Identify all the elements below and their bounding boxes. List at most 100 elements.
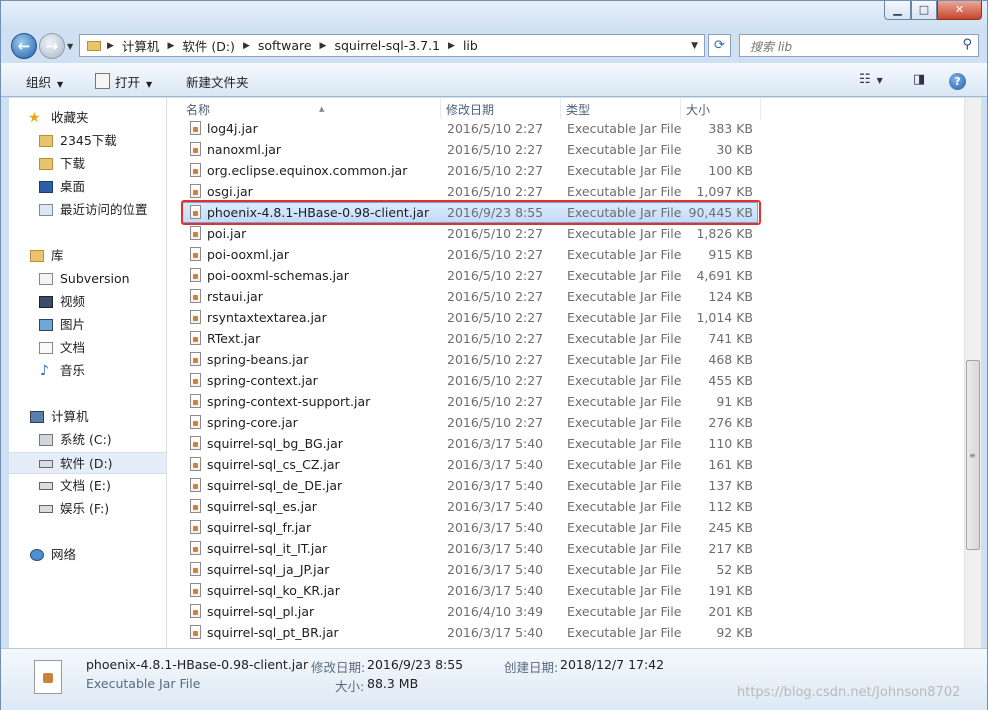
chevron-right-icon[interactable]: ▶ xyxy=(243,41,250,51)
forward-button[interactable]: → xyxy=(39,33,65,59)
table-row[interactable]: squirrel-sql_pl.jar 2016/4/10 3:49 Executa… xyxy=(167,601,964,622)
watermark: https://blog.csdn.net/Johnson8702 xyxy=(737,685,961,700)
breadcrumb-computer[interactable]: 计算机 xyxy=(122,36,160,55)
nav-item-documents[interactable]: 文档 xyxy=(9,337,166,359)
file-date: 2016/3/17 5:40 xyxy=(447,562,544,577)
close-button[interactable]: ✕ xyxy=(937,1,982,20)
chevron-right-icon[interactable]: ▶ xyxy=(167,41,174,51)
video-icon xyxy=(39,296,53,308)
table-row[interactable]: squirrel-sql_pt_BR.jar 2016/3/17 5:40 Exec… xyxy=(167,622,964,643)
nav-item-desktop[interactable]: 桌面 xyxy=(9,176,166,198)
breadcrumb-drive-d[interactable]: 软件 (D:) xyxy=(182,36,235,55)
breadcrumb-software[interactable]: software xyxy=(258,38,312,53)
table-row[interactable]: poi.jar 2016/5/10 2:27 Executable Jar File… xyxy=(167,223,964,244)
table-row[interactable]: poi-ooxml.jar 2016/5/10 2:27 Executable Ja… xyxy=(167,244,964,265)
table-row[interactable]: log4j.jar 2016/5/10 2:27 Executable Jar Fi… xyxy=(167,118,964,139)
file-type: Executable Jar File xyxy=(567,499,682,514)
nav-item-subversion[interactable]: Subversion xyxy=(9,268,166,290)
maximize-button[interactable]: □ xyxy=(911,1,937,20)
table-row[interactable]: RText.jar 2016/5/10 2:27 Executable Jar Fi… xyxy=(167,328,964,349)
nav-item-2345-downloads[interactable]: 2345下载 xyxy=(9,130,166,152)
drive-icon xyxy=(39,505,53,513)
column-header-size[interactable]: 大小 xyxy=(681,98,761,119)
minimize-button[interactable]: ▁ xyxy=(884,1,911,20)
table-row[interactable]: squirrel-sql_bg_BG.jar 2016/3/17 5:40 Exec… xyxy=(167,433,964,454)
nav-item-drive-e[interactable]: 文档 (E:) xyxy=(9,475,166,497)
jar-file-icon xyxy=(190,394,201,408)
view-options-button[interactable]: ☷ ▼ xyxy=(859,72,883,87)
file-type: Executable Jar File xyxy=(567,478,682,493)
preview-pane-button[interactable]: ◨ xyxy=(913,72,925,87)
table-row[interactable]: squirrel-sql_de_DE.jar 2016/3/17 5:40 Exec… xyxy=(167,475,964,496)
table-row[interactable]: squirrel-sql_it_IT.jar 2016/3/17 5:40 Exec… xyxy=(167,538,964,559)
new-folder-button[interactable]: 新建文件夹 xyxy=(186,72,249,91)
breadcrumb-lib[interactable]: lib xyxy=(463,38,478,53)
navigation-bar: ← → ▼ ▶ 计算机 ▶ 软件 (D:) ▶ software ▶ squir… xyxy=(1,29,987,63)
chevron-right-icon[interactable]: ▶ xyxy=(448,41,455,51)
recent-pages-dropdown-icon[interactable]: ▼ xyxy=(67,42,73,51)
nav-item-downloads[interactable]: 下载 xyxy=(9,153,166,175)
table-row[interactable]: rstaui.jar 2016/5/10 2:27 Executable Jar F… xyxy=(167,286,964,307)
file-type: Executable Jar File xyxy=(567,121,682,136)
breadcrumb-squirrel[interactable]: squirrel-sql-3.7.1 xyxy=(334,38,440,53)
nav-network[interactable]: 网络 xyxy=(9,544,166,566)
search-icon[interactable]: ⚲ xyxy=(962,37,972,52)
nav-item-drive-f[interactable]: 娱乐 (F:) xyxy=(9,498,166,520)
downloads-folder-icon xyxy=(39,158,53,170)
table-row[interactable]: osgi.jar 2016/5/10 2:27 Executable Jar Fil… xyxy=(167,181,964,202)
explorer-window: ▁ □ ✕ ← → ▼ ▶ 计算机 ▶ 软件 (D:) ▶ software ▶… xyxy=(0,0,988,710)
table-row[interactable]: org.eclipse.equinox.common.jar 2016/5/10 … xyxy=(167,160,964,181)
column-header-name[interactable]: 名称 ▲ xyxy=(181,98,441,119)
jar-file-icon xyxy=(190,205,201,219)
open-button[interactable]: 打开 ▼ xyxy=(95,72,152,91)
table-row[interactable]: squirrel-sql_ko_KR.jar 2016/3/17 5:40 Exec… xyxy=(167,580,964,601)
jar-file-icon xyxy=(190,352,201,366)
table-row[interactable]: rsyntaxtextarea.jar 2016/5/10 2:27 Executa… xyxy=(167,307,964,328)
title-bar[interactable]: ▁ □ ✕ xyxy=(1,1,987,29)
file-name: spring-beans.jar xyxy=(207,352,309,367)
address-dropdown-icon[interactable]: ▼ xyxy=(691,41,698,51)
column-header-type[interactable]: 类型 xyxy=(561,98,681,119)
nav-item-pictures[interactable]: 图片 xyxy=(9,314,166,336)
table-row-selected[interactable]: phoenix-4.8.1-HBase-0.98-client.jar 2016/… xyxy=(167,200,964,225)
nav-item-drive-c[interactable]: 系统 (C:) xyxy=(9,429,166,451)
table-row[interactable]: squirrel-sql_es.jar 2016/3/17 5:40 Executa… xyxy=(167,496,964,517)
file-name: poi.jar xyxy=(207,226,247,241)
nav-item-videos[interactable]: 视频 xyxy=(9,291,166,313)
nav-favorites[interactable]: ★ 收藏夹 xyxy=(9,107,166,129)
vertical-scrollbar[interactable]: ≡ xyxy=(964,98,981,648)
table-row[interactable]: spring-beans.jar 2016/5/10 2:27 Executable… xyxy=(167,349,964,370)
file-size: 112 KB xyxy=(708,499,753,514)
nav-libraries[interactable]: 库 xyxy=(9,245,166,267)
table-row[interactable]: squirrel-sql_fr.jar 2016/3/17 5:40 Executa… xyxy=(167,517,964,538)
file-date: 2016/3/17 5:40 xyxy=(447,541,544,556)
nav-item-drive-d[interactable]: 软件 (D:) xyxy=(9,452,166,474)
table-row[interactable]: spring-context.jar 2016/5/10 2:27 Executab… xyxy=(167,370,964,391)
nav-item-recent-places[interactable]: 最近访问的位置 xyxy=(9,199,166,221)
music-icon: ♪ xyxy=(40,363,49,379)
table-row[interactable]: spring-core.jar 2016/5/10 2:27 Executable … xyxy=(167,412,964,433)
chevron-right-icon[interactable]: ▶ xyxy=(107,41,114,51)
search-box[interactable]: ⚲ xyxy=(739,34,979,57)
jar-file-icon xyxy=(190,604,201,618)
nav-item-music[interactable]: ♪ 音乐 xyxy=(9,360,166,382)
table-row[interactable]: nanoxml.jar 2016/5/10 2:27 Executable Jar … xyxy=(167,139,964,160)
table-row[interactable]: poi-ooxml-schemas.jar 2016/5/10 2:27 Execu… xyxy=(167,265,964,286)
search-input[interactable] xyxy=(748,36,952,57)
table-row[interactable]: squirrel-sql_cs_CZ.jar 2016/3/17 5:40 Exec… xyxy=(167,454,964,475)
organize-button[interactable]: 组织 ▼ xyxy=(26,72,63,91)
help-button[interactable]: ? xyxy=(949,73,966,90)
back-button[interactable]: ← xyxy=(11,33,37,59)
chevron-right-icon[interactable]: ▶ xyxy=(320,41,327,51)
address-bar[interactable]: ▶ 计算机 ▶ 软件 (D:) ▶ software ▶ squirrel-sq… xyxy=(79,34,705,57)
table-row[interactable]: squirrel-sql_ja_JP.jar 2016/3/17 5:40 Exec… xyxy=(167,559,964,580)
view-icon: ☷ xyxy=(859,72,871,87)
refresh-button[interactable]: ⟳ xyxy=(708,34,731,57)
nav-computer[interactable]: 计算机 xyxy=(9,406,166,428)
table-row[interactable]: spring-context-support.jar 2016/5/10 2:27… xyxy=(167,391,964,412)
file-size: 30 KB xyxy=(716,142,753,157)
file-date: 2016/3/17 5:40 xyxy=(447,436,544,451)
file-type: Executable Jar File xyxy=(567,625,682,640)
file-type: Executable Jar File xyxy=(567,226,682,241)
column-header-date[interactable]: 修改日期 xyxy=(441,98,561,119)
